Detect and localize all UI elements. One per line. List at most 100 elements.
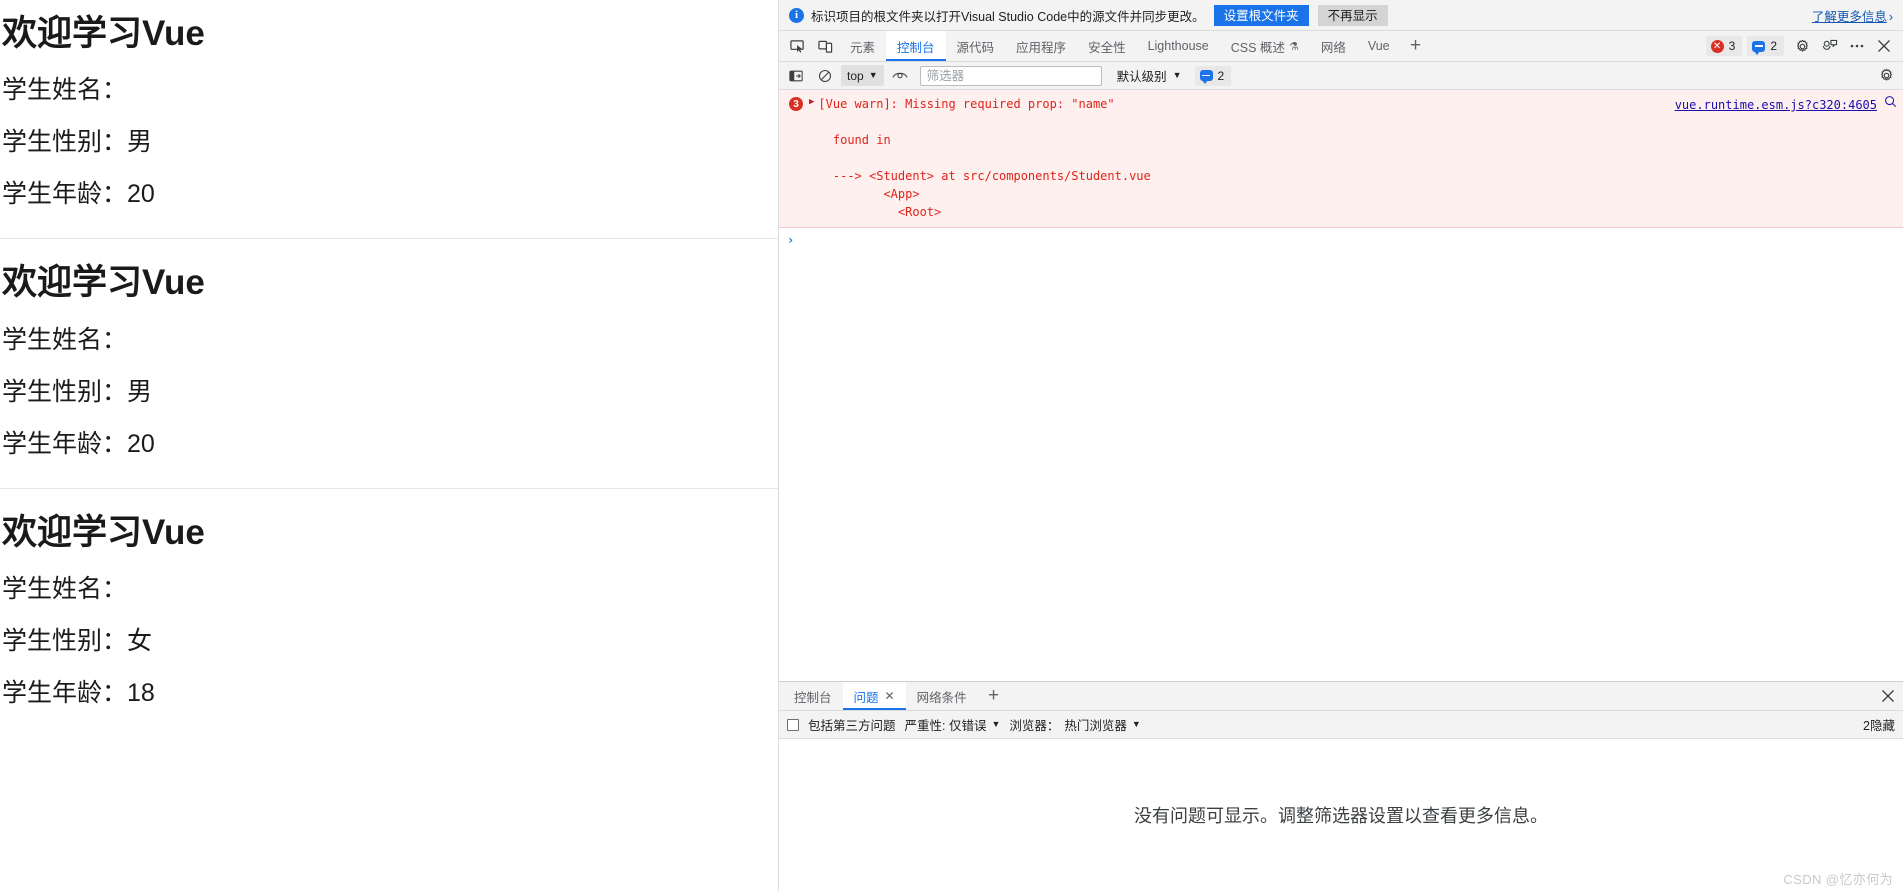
vscode-notification-bar: i 标识项目的根文件夹以打开Visual Studio Code中的源文件并同步… bbox=[779, 0, 1903, 31]
console-error-entry[interactable]: 3 ▶ [Vue warn]: Missing required prop: "… bbox=[779, 90, 1903, 228]
tab-label: 安全性 bbox=[1088, 40, 1126, 55]
prompt-caret-icon: › bbox=[787, 233, 795, 247]
message-count: 2 bbox=[1770, 39, 1777, 53]
add-panel-button[interactable]: + bbox=[1401, 31, 1431, 61]
page-title: 欢迎学习Vue bbox=[2, 263, 205, 303]
log-level-value: 默认级别 bbox=[1116, 70, 1167, 84]
message-icon bbox=[1752, 40, 1766, 55]
student-card: 欢迎学习Vue 学生姓名： 学生性别：男 学生年龄：20 bbox=[0, 249, 778, 469]
tab-label: 应用程序 bbox=[1016, 40, 1067, 55]
drawer-tab-strip: 控制台 问题 ✕ 网络条件 + bbox=[779, 682, 1903, 711]
tab-lighthouse[interactable]: Lighthouse bbox=[1137, 31, 1220, 61]
error-count-icon: 3 bbox=[789, 97, 803, 111]
execution-context-selector[interactable]: top ▼ bbox=[841, 65, 884, 86]
third-party-label: 包括第三方问题 bbox=[808, 719, 896, 733]
tab-vue[interactable]: Vue bbox=[1357, 31, 1401, 61]
info-icon: i bbox=[789, 7, 804, 23]
student-card: 欢迎学习Vue 学生姓名： 学生性别：女 学生年龄：18 bbox=[0, 499, 778, 719]
inspect-element-icon[interactable] bbox=[783, 31, 811, 61]
tab-label: CSS 概述 bbox=[1230, 40, 1285, 55]
severity-selector[interactable]: 严重性: 仅错误 ▼ bbox=[905, 715, 1001, 734]
more-options-icon[interactable] bbox=[1843, 33, 1870, 60]
student-divider bbox=[0, 487, 778, 489]
student-name-label: 学生姓名： bbox=[2, 574, 128, 603]
set-root-folder-button[interactable]: 设置根文件夹 bbox=[1213, 4, 1309, 26]
error-icon: ✕ bbox=[1710, 39, 1724, 53]
screenshot-root: 欢迎学习Vue 学生姓名： 学生性别：男 学生年龄：20 欢迎学习Vue 学生姓… bbox=[0, 0, 1903, 891]
tab-security[interactable]: 安全性 bbox=[1077, 31, 1137, 61]
error-count-badge[interactable]: ✕ 3 bbox=[1705, 36, 1743, 56]
student-gender-value: 男 bbox=[127, 377, 153, 406]
browser-selector[interactable]: 浏览器： 热门浏览器 ▼ bbox=[1009, 715, 1140, 734]
tab-console[interactable]: 控制台 bbox=[886, 31, 946, 61]
log-level-selector[interactable]: 默认级别 ▼ bbox=[1117, 66, 1182, 85]
devtools-tab-strip: 元素 控制台 源代码 应用程序 安全性 Lighthouse CSS 概述 ⚗ 网… bbox=[779, 31, 1903, 62]
expand-arrow-icon[interactable]: ▶ bbox=[809, 96, 814, 221]
student-gender-value: 男 bbox=[127, 128, 153, 157]
drawer-tab-console[interactable]: 控制台 bbox=[783, 682, 843, 710]
console-message-count-badge[interactable]: 2 bbox=[1194, 65, 1232, 86]
close-devtools-icon[interactable] bbox=[1870, 33, 1897, 60]
drawer-tab-label: 问题 bbox=[853, 690, 879, 705]
dont-show-again-button[interactable]: 不再显示 bbox=[1317, 4, 1388, 26]
chevron-right-icon: › bbox=[1888, 9, 1893, 24]
student-name-row: 学生姓名： bbox=[0, 563, 778, 615]
execution-context-value: top bbox=[847, 68, 864, 83]
tab-label: 元素 bbox=[850, 40, 876, 55]
console-filter-input[interactable] bbox=[919, 65, 1102, 86]
devtools-header-actions: ✕ 3 2 bbox=[1705, 31, 1903, 61]
student-gender-row: 学生性别：男 bbox=[0, 366, 778, 418]
chevron-down-icon: ▼ bbox=[991, 719, 1001, 729]
devtools-drawer: 控制台 问题 ✕ 网络条件 + 包括第三方问题 严重性: 仅错误 ▼ 浏览器： 热… bbox=[779, 681, 1903, 891]
page-title: 欢迎学习Vue bbox=[2, 512, 205, 552]
clear-console-icon[interactable] bbox=[812, 64, 838, 88]
learn-more-link[interactable]: 了解更多信息 › bbox=[1812, 6, 1893, 25]
learn-more-label: 了解更多信息 bbox=[1811, 9, 1887, 24]
settings-gear-icon[interactable] bbox=[1789, 33, 1816, 60]
close-drawer-icon[interactable] bbox=[1873, 682, 1903, 710]
issues-filter-bar: 包括第三方问题 严重性: 仅错误 ▼ 浏览器： 热门浏览器 ▼ 2隐藏 bbox=[779, 711, 1903, 739]
student-name-label: 学生姓名： bbox=[2, 76, 128, 105]
error-count: 3 bbox=[1728, 39, 1736, 53]
student-age-label: 学生年龄： bbox=[2, 678, 128, 707]
student-age-row: 学生年龄：18 bbox=[0, 667, 778, 719]
tab-elements[interactable]: 元素 bbox=[839, 31, 886, 61]
browser-label: 浏览器： bbox=[1009, 719, 1060, 733]
console-settings-icon[interactable] bbox=[1873, 64, 1899, 88]
live-expression-icon[interactable] bbox=[887, 64, 913, 88]
hidden-issues-count: 2隐藏 bbox=[1863, 719, 1895, 733]
tab-label: 网络 bbox=[1320, 40, 1346, 55]
student-name-row: 学生姓名： bbox=[0, 314, 778, 366]
experimental-flask-icon: ⚗ bbox=[1288, 40, 1299, 53]
tab-label: 控制台 bbox=[897, 40, 935, 55]
console-source-link[interactable]: vue.runtime.esm.js?c320:4605 bbox=[1675, 96, 1877, 114]
chevron-down-icon: ▼ bbox=[1172, 70, 1182, 80]
drawer-tab-network-conditions[interactable]: 网络条件 bbox=[906, 682, 978, 710]
tab-sources[interactable]: 源代码 bbox=[946, 31, 1006, 61]
console-toolbar: top ▼ 默认级别 ▼ 2 bbox=[779, 62, 1903, 90]
search-in-source-icon[interactable] bbox=[1884, 95, 1897, 113]
console-prompt[interactable]: › bbox=[779, 228, 1903, 252]
console-sidebar-icon[interactable] bbox=[783, 64, 809, 88]
student-age-label: 学生年龄： bbox=[2, 429, 128, 458]
issues-empty-message: 没有问题可显示。调整筛选器设置以查看更多信息。 bbox=[1134, 806, 1548, 826]
tab-network[interactable]: 网络 bbox=[1310, 31, 1357, 61]
student-age-row: 学生年龄：20 bbox=[0, 168, 778, 220]
student-age-value: 18 bbox=[127, 678, 155, 707]
tab-css-overview[interactable]: CSS 概述 ⚗ bbox=[1220, 31, 1310, 61]
add-drawer-tab-button[interactable]: + bbox=[978, 682, 1010, 710]
student-age-label: 学生年龄： bbox=[2, 180, 128, 209]
feedback-icon[interactable] bbox=[1816, 33, 1843, 60]
console-message-count: 2 bbox=[1217, 68, 1225, 83]
student-gender-label: 学生性别： bbox=[2, 128, 128, 157]
student-gender-label: 学生性别： bbox=[2, 377, 128, 406]
severity-label: 严重性: 仅错误 bbox=[904, 719, 987, 733]
close-tab-icon[interactable]: ✕ bbox=[885, 689, 895, 703]
notification-text: 标识项目的根文件夹以打开Visual Studio Code中的源文件并同步更改… bbox=[811, 9, 1205, 24]
message-count-badge[interactable]: 2 bbox=[1747, 36, 1784, 56]
device-toolbar-icon[interactable] bbox=[811, 31, 839, 61]
console-message-list: 3 ▶ [Vue warn]: Missing required prop: "… bbox=[779, 90, 1903, 681]
tab-application[interactable]: 应用程序 bbox=[1005, 31, 1077, 61]
drawer-tab-issues[interactable]: 问题 ✕ bbox=[842, 682, 906, 710]
third-party-checkbox[interactable] bbox=[787, 718, 799, 731]
